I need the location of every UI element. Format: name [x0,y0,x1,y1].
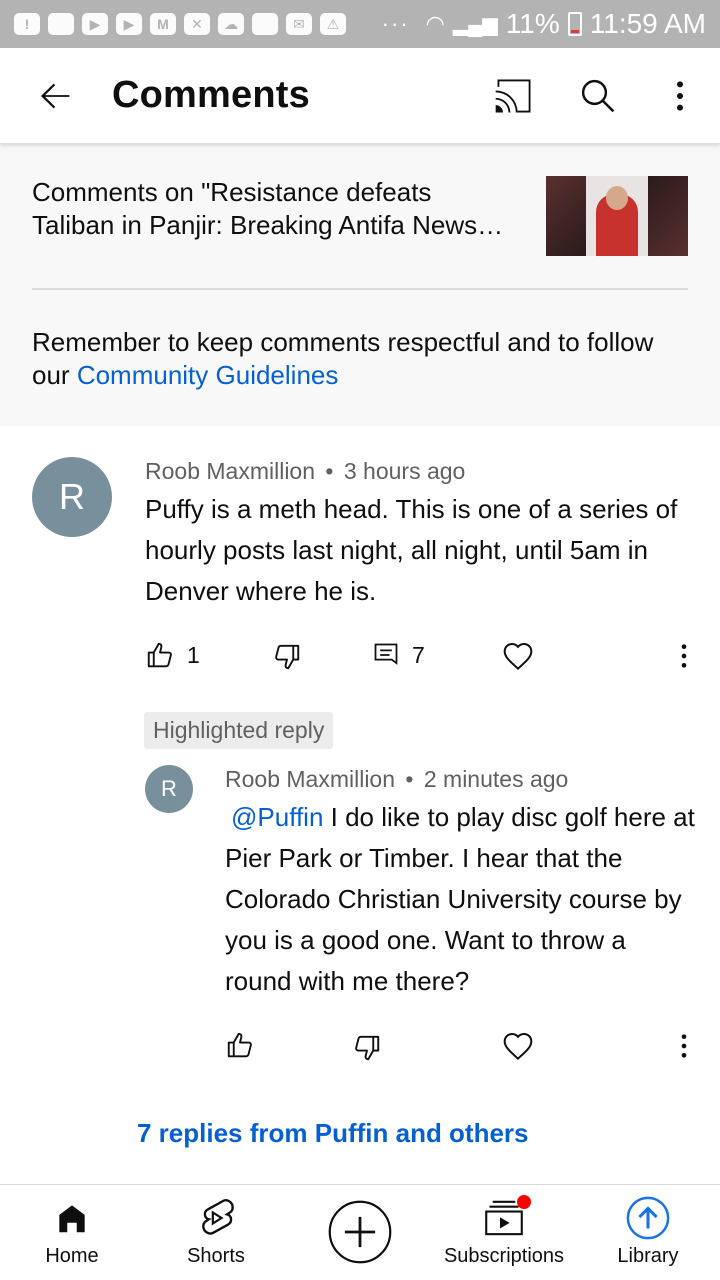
like-button[interactable] [225,1030,255,1060]
nav-library[interactable]: Library [576,1185,720,1280]
comment-meta: Roob Maxmillion • 3 hours ago [145,458,465,485]
signal-icon: ▂▄▆ [452,13,498,36]
highlighted-reply-badge: Highlighted reply [144,712,334,749]
reply-author[interactable]: Roob Maxmillion [225,766,395,792]
app-bar: Comments [0,48,720,144]
avatar-letter: R [161,776,177,801]
cloud-icon: ☁ [218,13,244,35]
youtube-icon: ▶ [116,13,142,35]
nav-home[interactable]: Home [0,1185,144,1280]
home-icon [59,1205,85,1233]
battery-icon [567,12,582,36]
video-title: Comments on "Resistance defeats Taliban … [32,176,546,256]
cast-button[interactable] [472,48,556,144]
clock: 11:59 AM [589,8,706,39]
warning-icon: ⚠ [320,13,346,35]
heart-icon [503,1032,533,1061]
reply-text: @Puffin I do like to play disc golf here… [225,797,695,1002]
like-button[interactable]: 1 [145,640,200,670]
dislike-button[interactable] [272,642,302,672]
create-button[interactable] [288,1185,432,1280]
cast-icon [495,79,531,112]
nav-label: Home [45,1245,99,1267]
thumbs-up-icon [147,642,172,668]
nav-label: Subscriptions [443,1245,565,1267]
add-circle-icon [328,1200,392,1264]
status-bar: ! ▶ ▶ M ✕ ☁ ✉ ⚠ ··· ◠ ▂▄▆ 11% 11:59 AM [0,0,720,48]
missed-call-icon: ✕ [184,13,210,35]
comment-text: Puffy is a meth head. This is one of a s… [145,494,678,606]
comment-icon [374,643,398,665]
alert-icon: ! [14,13,40,35]
thumbs-down-icon [355,1035,380,1061]
nav-subscriptions[interactable]: Subscriptions [432,1185,576,1280]
more-vert-icon [681,1034,687,1058]
reply-more-button[interactable] [670,1031,698,1067]
bottom-navigation: Home Shorts Subscriptions Library [0,1184,720,1280]
meta-separator: • [325,458,334,484]
heart-icon [503,642,533,671]
view-more-replies-link[interactable]: 7 replies from Puffin and others [137,1118,529,1149]
nav-label: Shorts [187,1245,245,1267]
avatar-letter: R [59,476,85,517]
dislike-button[interactable] [352,1033,382,1063]
page-title: Comments [112,74,310,116]
nav-shorts[interactable]: Shorts [144,1185,288,1280]
like-count: 1 [187,641,200,668]
community-guidelines-link[interactable]: Community Guidelines [77,360,339,390]
more-vert-icon [681,644,687,668]
comments-header: Comments on "Resistance defeats Taliban … [0,144,720,426]
library-icon [626,1196,670,1240]
video-thumbnail[interactable] [546,176,688,256]
reply-button[interactable]: 7 [372,640,425,670]
guidelines-notice: Remember to keep comments respectful and… [32,326,688,392]
avatar[interactable]: R [32,457,112,537]
mention-link[interactable]: @Puffin [231,802,323,832]
youtube-icon: ▶ [82,13,108,35]
more-notifications-icon: ··· [381,11,410,36]
shorts-icon [202,1199,234,1235]
nav-label: Library [617,1245,679,1267]
notification-dot-icon [517,1195,531,1209]
heart-button[interactable] [502,641,534,671]
notification-icons: ! ▶ ▶ M ✕ ☁ ✉ ⚠ [14,13,346,35]
thumbs-down-icon [275,644,300,670]
video-title-line: Taliban in Panjir: Breaking Antifa News… [32,210,504,240]
heart-button[interactable] [502,1031,534,1061]
comment-time: 3 hours ago [343,458,466,484]
video-title-line: Comments on "Resistance defeats [32,177,432,207]
message-icon [48,13,74,35]
reply-time: 2 minutes ago [423,766,569,792]
reply-meta: Roob Maxmillion • 2 minutes ago [225,766,568,793]
search-button[interactable] [556,48,640,144]
folder-icon [252,13,278,35]
comment-author[interactable]: Roob Maxmillion [145,458,315,484]
thumbs-up-icon [227,1032,252,1058]
divider [32,288,688,290]
wifi-icon: ◠ [425,11,445,36]
meta-separator: • [405,766,414,792]
back-button[interactable] [0,48,112,144]
search-icon [581,79,615,112]
avatar[interactable]: R [145,765,193,813]
video-info[interactable]: Comments on "Resistance defeats Taliban … [32,176,688,256]
more-options-button[interactable] [640,48,720,144]
gmail-icon: M [150,13,176,35]
arrow-left-icon [41,83,70,108]
comment-more-button[interactable] [670,641,698,677]
mail-icon: ✉ [286,13,312,35]
reply-count: 7 [412,641,425,668]
more-vert-icon [677,80,683,111]
battery-percent: 11% [505,8,560,39]
